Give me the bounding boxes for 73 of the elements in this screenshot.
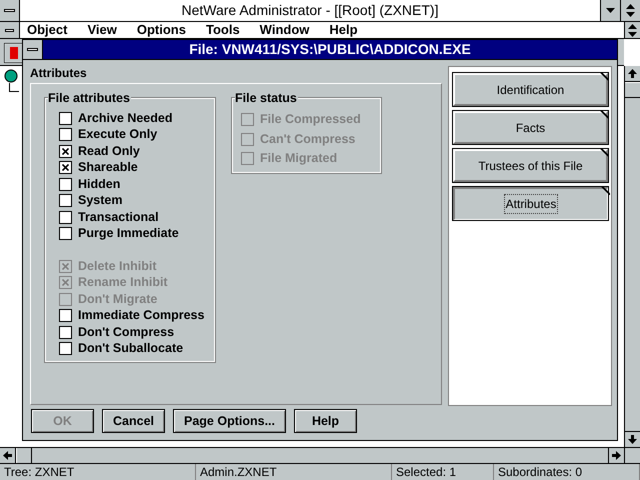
child-system-menu-button[interactable] xyxy=(0,22,20,38)
page-tab[interactable]: Attributes xyxy=(453,187,608,220)
checkbox[interactable] xyxy=(59,309,72,322)
left-arrow-icon xyxy=(3,451,12,460)
status-field: Admin.ZXNET xyxy=(196,464,392,480)
up-down-arrows-icon xyxy=(626,4,635,17)
menu-item[interactable]: Window xyxy=(260,22,310,38)
dialog-button[interactable]: Cancel xyxy=(102,409,165,433)
system-menu-button[interactable] xyxy=(0,0,20,21)
dialog-button[interactable]: Help xyxy=(294,409,357,433)
status-field: Selected: 1 xyxy=(392,464,494,480)
checkbox[interactable] xyxy=(59,178,72,191)
checkbox[interactable] xyxy=(59,161,72,174)
checkbox-label: Delete Inhibit xyxy=(78,258,156,275)
checkbox-label: File Compressed xyxy=(260,111,361,128)
folded-corner-icon xyxy=(600,110,609,119)
down-arrow-icon xyxy=(606,8,615,13)
page-tab[interactable]: Identification xyxy=(453,73,608,106)
dialog-button[interactable]: Page Options... xyxy=(173,409,286,433)
checkbox-label: Don't Suballocate xyxy=(78,340,184,358)
checkbox-label: Rename Inhibit xyxy=(78,274,168,292)
right-arrow-icon xyxy=(612,451,621,460)
minimize-button[interactable] xyxy=(600,0,620,21)
page-tab[interactable]: Trustees of this File xyxy=(453,149,608,182)
menu-item[interactable]: Options xyxy=(136,22,186,38)
checkbox-label: Hidden xyxy=(78,176,120,193)
folded-corner-icon xyxy=(600,72,609,81)
x-mark-icon xyxy=(62,262,69,270)
status-field: Subordinates: 0 xyxy=(494,464,640,480)
status-field: Tree: ZXNET xyxy=(0,464,196,480)
checkbox[interactable] xyxy=(59,326,72,339)
checkbox-label: Shareable xyxy=(78,159,138,176)
menu-item[interactable]: Help xyxy=(329,22,358,38)
up-arrow-icon xyxy=(628,69,637,78)
checkbox[interactable] xyxy=(59,112,72,125)
tree-line xyxy=(9,83,19,93)
section-label: Attributes xyxy=(30,66,88,82)
checkbox[interactable] xyxy=(59,128,72,142)
checkbox-label: Execute Only xyxy=(78,126,158,144)
child-restore-button[interactable] xyxy=(624,22,640,38)
checkbox-label: Read Only xyxy=(78,142,140,160)
checkbox-label: Don't Compress xyxy=(78,324,174,341)
group-label: File attributes xyxy=(48,91,131,105)
checkbox[interactable] xyxy=(59,342,72,356)
checkbox[interactable] xyxy=(59,144,72,158)
restore-button[interactable] xyxy=(620,0,640,21)
dialog-title: File: VNW411/SYS:\PUBLIC\ADDICON.EXE xyxy=(43,40,617,59)
scroll-up-button[interactable] xyxy=(625,66,640,82)
folded-corner-icon xyxy=(600,148,609,157)
checkbox-label: File Migrated xyxy=(260,150,338,168)
checkbox-label: System xyxy=(78,192,122,210)
menu-item[interactable]: View xyxy=(87,22,117,38)
page-tab[interactable]: Facts xyxy=(453,111,608,144)
x-mark-icon xyxy=(62,279,69,286)
window-title: NetWare Administrator - [[Root] (ZXNET)] xyxy=(180,1,440,20)
checkbox[interactable] xyxy=(59,227,72,240)
menu-item[interactable]: Tools xyxy=(206,22,240,38)
checkbox-label: Purge Immediate xyxy=(78,225,179,242)
checkbox-label: Transactional xyxy=(78,208,159,226)
group-label: File status xyxy=(235,91,298,105)
checkbox-label: Immediate Compress xyxy=(78,307,204,324)
down-arrow-icon xyxy=(628,435,637,444)
checkbox[interactable] xyxy=(59,194,72,208)
toolbar-icon[interactable] xyxy=(4,43,24,63)
globe-icon xyxy=(4,69,18,83)
x-mark-icon xyxy=(62,148,69,155)
x-mark-icon xyxy=(62,164,69,172)
scroll-down-button[interactable] xyxy=(625,431,640,447)
checkbox-label: Don't Migrate xyxy=(78,290,158,308)
checkbox-label: Archive Needed xyxy=(78,110,172,127)
menu-item[interactable]: Object xyxy=(27,22,68,38)
checkbox-label: Can't Compress xyxy=(260,130,356,148)
checkbox[interactable] xyxy=(59,210,72,224)
